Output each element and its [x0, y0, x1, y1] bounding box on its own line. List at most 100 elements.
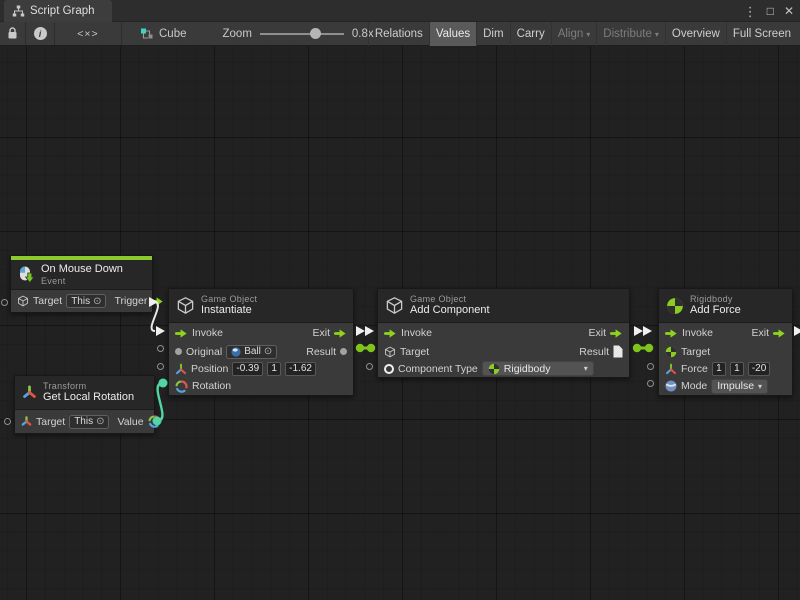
game-object-icon[interactable]	[384, 346, 396, 358]
lock-button[interactable]	[0, 22, 26, 45]
values-button[interactable]: Values	[429, 22, 476, 46]
force-x-input[interactable]: 1	[712, 362, 726, 376]
overview-button[interactable]: Overview	[665, 22, 726, 46]
ball-prefab-icon	[231, 347, 241, 357]
vector3-icon[interactable]	[665, 363, 677, 375]
edge-port-ring[interactable]	[4, 418, 11, 425]
script-graph-asset-icon	[140, 27, 154, 41]
value-port-dot[interactable]	[356, 344, 364, 352]
component-type-port[interactable]	[384, 364, 394, 374]
invoke-input-port[interactable]	[384, 328, 397, 339]
script-graph-window: Script Graph ⋮ □ ✕ i <×> Cube	[0, 0, 800, 600]
port-label-exit: Exit	[751, 327, 769, 339]
result-output-port[interactable]	[340, 348, 347, 355]
position-x-input[interactable]: -0.39	[232, 362, 263, 376]
zoom-slider[interactable]	[260, 27, 344, 41]
relations-button[interactable]: Relations	[368, 22, 429, 46]
zoom-slider-thumb[interactable]	[310, 28, 321, 39]
object-picker-icon[interactable]: ⊙	[93, 296, 101, 307]
node-on-mouse-down[interactable]: On Mouse Down Event Target This ⊙ Trigge…	[10, 255, 153, 313]
info-button[interactable]: i	[26, 22, 55, 45]
node-title: Instantiate	[201, 304, 257, 317]
edge-port-ring[interactable]	[366, 363, 373, 370]
port-label-exit: Exit	[588, 327, 606, 339]
port-label-trigger: Trigger	[114, 295, 147, 307]
original-input-port[interactable]	[175, 348, 182, 355]
force-mode-dropdown[interactable]: Impulse ▾	[711, 379, 768, 394]
exit-output-port[interactable]	[334, 328, 347, 339]
zoom-label: Zoom	[223, 28, 252, 40]
exit-output-port[interactable]	[610, 328, 623, 339]
tab-script-graph[interactable]: Script Graph	[4, 0, 112, 22]
graph-name: Cube	[159, 28, 187, 40]
value-port-dot[interactable]	[645, 344, 653, 352]
target-value-pill[interactable]: This ⊙	[69, 415, 109, 429]
force-z-input[interactable]: -20	[748, 362, 770, 376]
edge-port-ring[interactable]	[157, 345, 164, 352]
node-instantiate[interactable]: Game Object Instantiate Invoke Exit Orig…	[168, 288, 354, 396]
align-button[interactable]: Align ▾	[551, 22, 597, 46]
port-label-invoke: Invoke	[192, 327, 223, 339]
original-value-pill[interactable]: Ball ⊙	[226, 345, 277, 359]
trigger-output-port[interactable]	[151, 296, 164, 307]
chevron-down-icon: ▾	[584, 364, 588, 373]
node-add-force[interactable]: Rigidbody Add Force Invoke Exit Target F…	[658, 288, 793, 396]
port-label-target: Target	[400, 346, 429, 358]
value-port-dot[interactable]	[633, 344, 641, 352]
lock-icon	[7, 27, 18, 40]
component-result-port[interactable]	[613, 345, 623, 358]
rigidbody-icon[interactable]	[665, 346, 677, 358]
distribute-button[interactable]: Distribute ▾	[596, 22, 665, 46]
node-title: Add Component	[410, 304, 490, 317]
rotation-output-port[interactable]	[148, 415, 161, 428]
flow-arrow[interactable]	[634, 326, 643, 336]
flow-arrow[interactable]	[794, 326, 800, 336]
transform-icon	[21, 416, 32, 427]
edge-port-ring[interactable]	[1, 299, 8, 306]
port-label-result: Result	[306, 346, 336, 358]
inspect-toggle-button[interactable]: <×>	[55, 22, 122, 45]
enum-icon[interactable]	[665, 380, 677, 392]
graph-icon	[12, 5, 25, 17]
invoke-input-port[interactable]	[665, 328, 678, 339]
flow-arrow[interactable]	[643, 326, 652, 336]
window-menu-icon[interactable]: ⋮	[744, 5, 757, 18]
fullscreen-button[interactable]: Full Screen	[726, 22, 797, 46]
dim-button[interactable]: Dim	[476, 22, 509, 46]
node-subtitle: Event	[41, 276, 123, 286]
position-y-input[interactable]: 1	[267, 362, 281, 376]
node-category: Transform	[43, 381, 134, 391]
rotation-input-port[interactable]	[175, 380, 188, 393]
node-add-component[interactable]: Game Object Add Component Invoke Exit Ta…	[377, 288, 630, 378]
carry-button[interactable]: Carry	[510, 22, 551, 46]
flow-arrow[interactable]	[356, 326, 365, 336]
flow-arrow[interactable]	[156, 326, 165, 336]
port-label-value: Value	[117, 416, 143, 428]
target-value-pill[interactable]: This ⊙	[66, 294, 106, 308]
maximize-icon[interactable]: □	[767, 5, 774, 17]
edge-port-ring[interactable]	[157, 363, 164, 370]
value-port-dot[interactable]	[367, 344, 375, 352]
port-label-original: Original	[186, 346, 222, 358]
vector3-icon[interactable]	[175, 363, 187, 375]
port-label-target: Target	[33, 295, 62, 307]
component-type-dropdown[interactable]: Rigidbody ▾	[482, 361, 594, 376]
close-icon[interactable]: ✕	[784, 5, 794, 17]
port-label-target: Target	[36, 416, 65, 428]
value-port-dot[interactable]	[159, 379, 168, 388]
exit-output-port[interactable]	[773, 328, 786, 339]
port-label-invoke: Invoke	[682, 327, 713, 339]
position-z-input[interactable]: -1.62	[285, 362, 316, 376]
object-picker-icon[interactable]: ⊙	[96, 416, 104, 427]
node-title: On Mouse Down	[41, 263, 123, 276]
force-y-input[interactable]: 1	[730, 362, 744, 376]
graph-reference[interactable]: Cube	[140, 22, 187, 45]
edge-port-ring[interactable]	[647, 380, 654, 387]
flow-arrow[interactable]	[365, 326, 374, 336]
invoke-input-port[interactable]	[175, 328, 188, 339]
graph-canvas[interactable]: On Mouse Down Event Target This ⊙ Trigge…	[0, 46, 800, 600]
node-get-local-rotation[interactable]: Transform Get Local Rotation Target This…	[14, 375, 155, 434]
mouse-down-icon	[18, 266, 35, 283]
edge-port-ring[interactable]	[647, 363, 654, 370]
object-picker-icon[interactable]: ⊙	[264, 346, 272, 357]
